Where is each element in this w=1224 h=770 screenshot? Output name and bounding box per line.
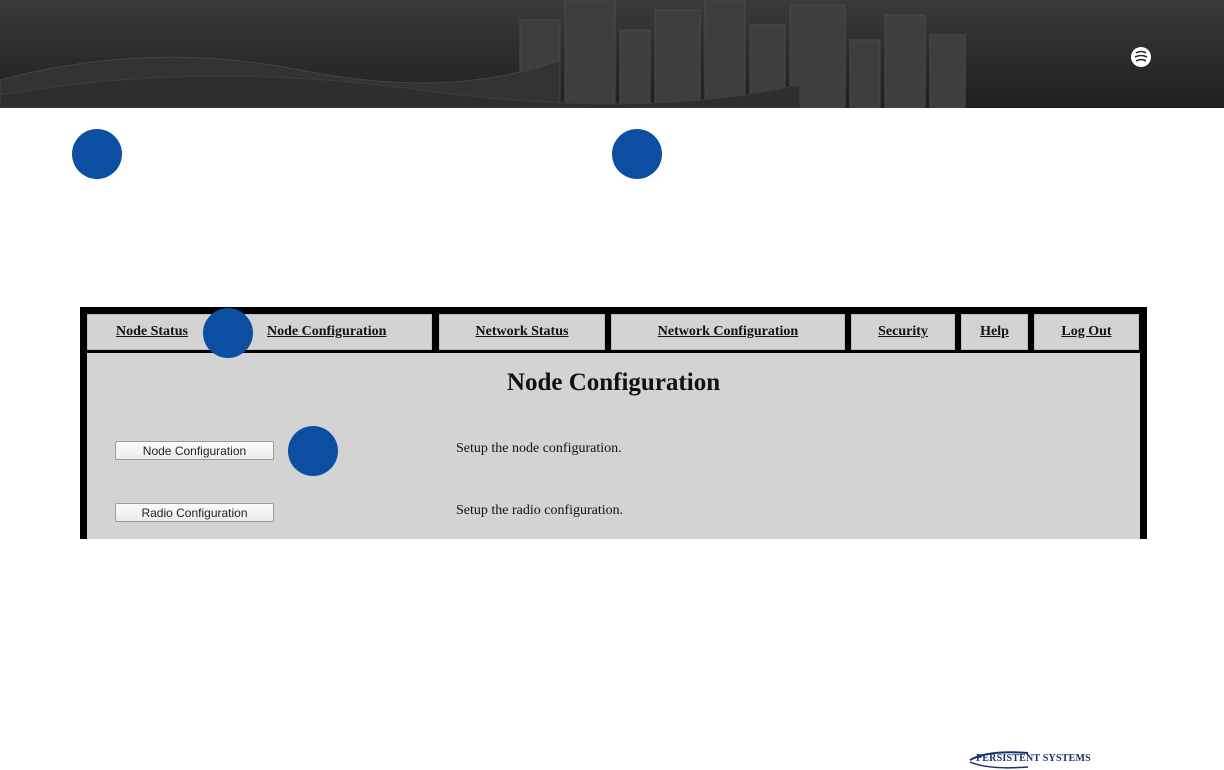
nav-link-help[interactable]: Help	[980, 324, 1009, 340]
nav-cell-network-configuration: Network Configuration	[611, 314, 845, 350]
nav-cell-node: Node Status Node Configuration	[87, 314, 432, 350]
company-name: PERSISTENT SYSTEMS	[976, 753, 1091, 764]
radio-configuration-button[interactable]: Radio Configuration	[115, 503, 274, 522]
nav-link-log-out[interactable]: Log Out	[1061, 324, 1111, 340]
node-configuration-button[interactable]: Node Configuration	[115, 441, 274, 460]
page-title: Node Configuration	[506, 369, 721, 396]
nav-link-node-status[interactable]: Node Status	[116, 324, 188, 340]
persistent-systems-logo: PERSISTENT SYSTEMS	[968, 750, 1118, 770]
nav-link-security[interactable]: Security	[878, 324, 928, 340]
city-skyline-graphic	[0, 0, 966, 108]
radio-configuration-description: Setup the radio configuration.	[456, 503, 624, 518]
step-marker-circle	[203, 308, 253, 358]
nav-link-network-configuration[interactable]: Network Configuration	[658, 324, 798, 340]
nav-cell-network-status: Network Status	[439, 314, 605, 350]
node-configuration-description: Setup the node configuration.	[456, 441, 622, 456]
content-panel: Node Configuration Node Configuration Se…	[87, 353, 1140, 539]
step-marker-circle	[288, 426, 338, 476]
nav-link-node-configuration[interactable]: Node Configuration	[267, 324, 386, 340]
nav-link-network-status[interactable]: Network Status	[476, 324, 569, 340]
nav-cell-log-out: Log Out	[1034, 314, 1139, 350]
nav-cell-help: Help	[961, 314, 1028, 350]
step-marker-circle	[72, 129, 122, 179]
nav-cell-security: Security	[851, 314, 955, 350]
header-banner	[0, 0, 1224, 108]
company-logo-icon	[1131, 47, 1151, 67]
step-marker-circle	[612, 129, 662, 179]
